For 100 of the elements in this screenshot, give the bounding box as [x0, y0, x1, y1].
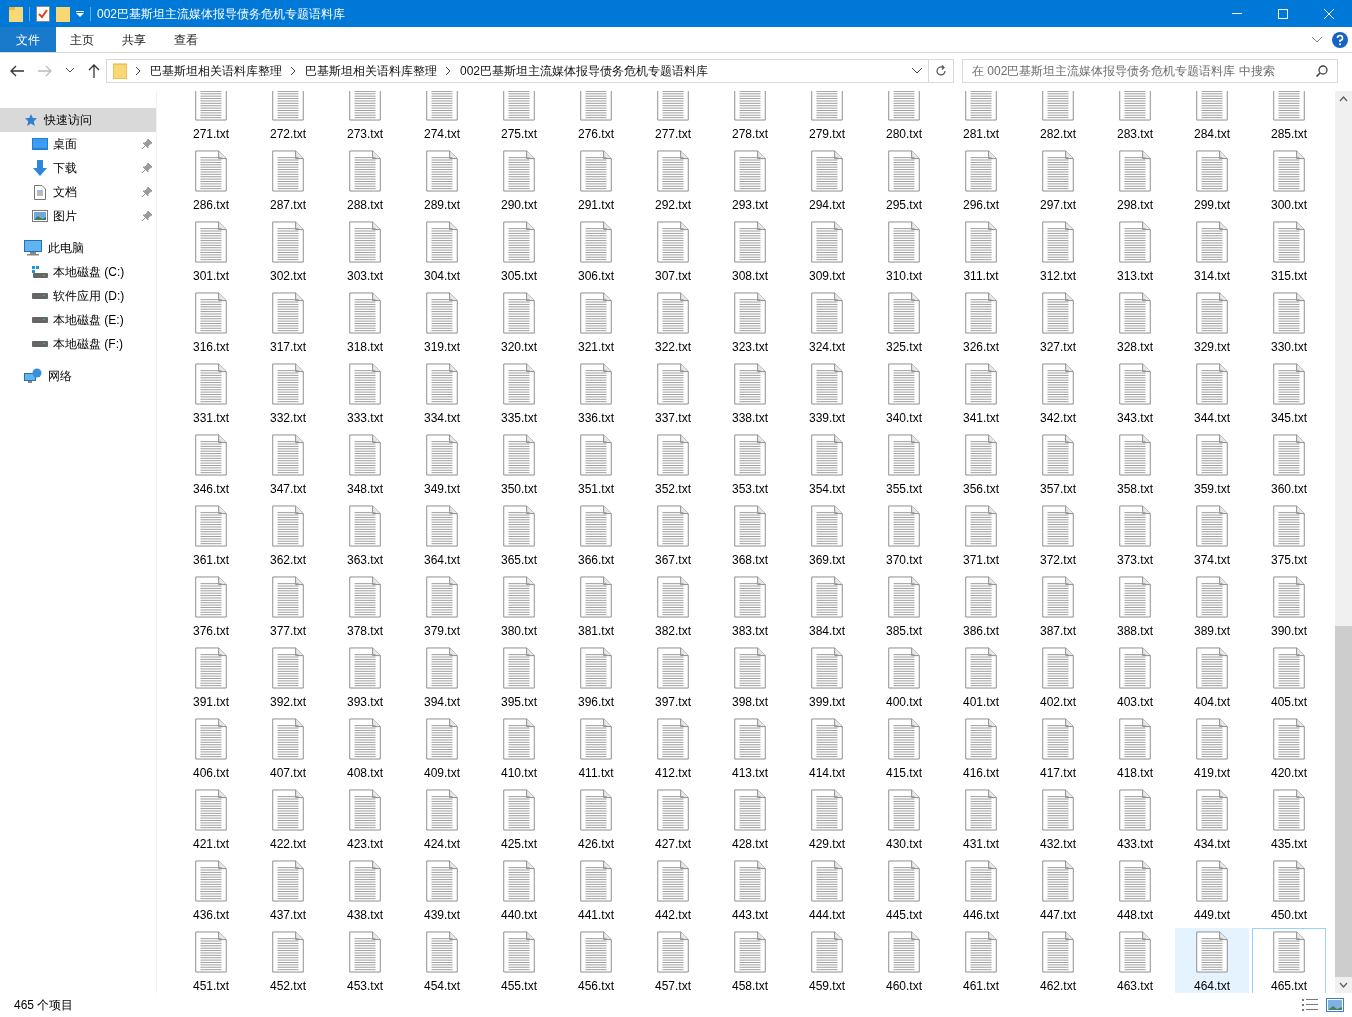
file-item[interactable]: 406.txt: [174, 715, 248, 783]
file-item[interactable]: 388.txt: [1098, 573, 1172, 641]
file-item[interactable]: 291.txt: [559, 147, 633, 215]
file-item[interactable]: 328.txt: [1098, 289, 1172, 357]
file-item[interactable]: 372.txt: [1021, 502, 1095, 570]
file-item[interactable]: 298.txt: [1098, 147, 1172, 215]
file-item[interactable]: 310.txt: [867, 218, 941, 286]
file-item[interactable]: 301.txt: [174, 218, 248, 286]
file-item[interactable]: 345.txt: [1252, 360, 1326, 428]
file-item[interactable]: 333.txt: [328, 360, 402, 428]
file-item[interactable]: 340.txt: [867, 360, 941, 428]
file-item[interactable]: 303.txt: [328, 218, 402, 286]
file-item[interactable]: 271.txt: [174, 91, 248, 144]
file-item[interactable]: 288.txt: [328, 147, 402, 215]
file-item[interactable]: 448.txt: [1098, 857, 1172, 925]
chevron-down-icon[interactable]: [66, 68, 74, 73]
file-item[interactable]: 397.txt: [636, 644, 710, 712]
file-item[interactable]: 292.txt: [636, 147, 710, 215]
file-item[interactable]: 315.txt: [1252, 218, 1326, 286]
nav-item[interactable]: 本地磁盘 (F:): [0, 332, 156, 356]
file-item[interactable]: 294.txt: [790, 147, 864, 215]
nav-item[interactable]: 图片: [0, 204, 156, 228]
nav-item[interactable]: 快速访问: [0, 108, 156, 132]
file-item[interactable]: 392.txt: [251, 644, 325, 712]
file-item[interactable]: 289.txt: [405, 147, 479, 215]
file-item[interactable]: 319.txt: [405, 289, 479, 357]
file-item[interactable]: 343.txt: [1098, 360, 1172, 428]
file-item[interactable]: 362.txt: [251, 502, 325, 570]
file-item[interactable]: 454.txt: [405, 928, 479, 993]
file-item[interactable]: 405.txt: [1252, 644, 1326, 712]
file-item[interactable]: 329.txt: [1175, 289, 1249, 357]
file-item[interactable]: 302.txt: [251, 218, 325, 286]
file-item[interactable]: 462.txt: [1021, 928, 1095, 993]
file-item[interactable]: 364.txt: [405, 502, 479, 570]
file-item[interactable]: 377.txt: [251, 573, 325, 641]
file-item[interactable]: 368.txt: [713, 502, 787, 570]
file-item[interactable]: 373.txt: [1098, 502, 1172, 570]
file-item[interactable]: 330.txt: [1252, 289, 1326, 357]
file-item[interactable]: 279.txt: [790, 91, 864, 144]
file-item[interactable]: 457.txt: [636, 928, 710, 993]
file-item[interactable]: 295.txt: [867, 147, 941, 215]
file-item[interactable]: 375.txt: [1252, 502, 1326, 570]
file-item[interactable]: 415.txt: [867, 715, 941, 783]
file-item[interactable]: 281.txt: [944, 91, 1018, 144]
file-item[interactable]: 422.txt: [251, 786, 325, 854]
file-item[interactable]: 335.txt: [482, 360, 556, 428]
file-item[interactable]: 423.txt: [328, 786, 402, 854]
file-item[interactable]: 440.txt: [482, 857, 556, 925]
new-folder-icon[interactable]: [56, 5, 70, 22]
file-item[interactable]: 459.txt: [790, 928, 864, 993]
file-item[interactable]: 398.txt: [713, 644, 787, 712]
file-item[interactable]: 350.txt: [482, 431, 556, 499]
breadcrumb-link[interactable]: 002巴基斯坦主流媒体报导债务危机专题语料库: [460, 61, 709, 80]
help-icon[interactable]: [1332, 31, 1348, 48]
file-item[interactable]: 393.txt: [328, 644, 402, 712]
file-item[interactable]: 354.txt: [790, 431, 864, 499]
file-item[interactable]: 276.txt: [559, 91, 633, 144]
properties-icon[interactable]: [36, 5, 50, 22]
file-item[interactable]: 352.txt: [636, 431, 710, 499]
file-item[interactable]: 331.txt: [174, 360, 248, 428]
file-item[interactable]: 384.txt: [790, 573, 864, 641]
file-item[interactable]: 437.txt: [251, 857, 325, 925]
file-item[interactable]: 424.txt: [405, 786, 479, 854]
file-item[interactable]: 309.txt: [790, 218, 864, 286]
file-item[interactable]: 434.txt: [1175, 786, 1249, 854]
file-item[interactable]: 275.txt: [482, 91, 556, 144]
file-item[interactable]: 418.txt: [1098, 715, 1172, 783]
nav-item[interactable]: 下载: [0, 156, 156, 180]
file-item[interactable]: 382.txt: [636, 573, 710, 641]
file-item[interactable]: 316.txt: [174, 289, 248, 357]
file-item[interactable]: 435.txt: [1252, 786, 1326, 854]
file-item[interactable]: 278.txt: [713, 91, 787, 144]
file-item[interactable]: 452.txt: [251, 928, 325, 993]
file-item[interactable]: 334.txt: [405, 360, 479, 428]
file-item[interactable]: 379.txt: [405, 573, 479, 641]
file-item[interactable]: 449.txt: [1175, 857, 1249, 925]
file-item[interactable]: 337.txt: [636, 360, 710, 428]
file-item[interactable]: 455.txt: [482, 928, 556, 993]
file-item[interactable]: 447.txt: [1021, 857, 1095, 925]
file-item[interactable]: 438.txt: [328, 857, 402, 925]
file-item[interactable]: 300.txt: [1252, 147, 1326, 215]
file-item[interactable]: 277.txt: [636, 91, 710, 144]
file-item[interactable]: 274.txt: [405, 91, 479, 144]
details-view-icon[interactable]: [1302, 998, 1318, 1012]
refresh-icon[interactable]: [935, 64, 947, 77]
file-item[interactable]: 273.txt: [328, 91, 402, 144]
file-item[interactable]: 346.txt: [174, 431, 248, 499]
file-item[interactable]: 366.txt: [559, 502, 633, 570]
nav-item[interactable]: 本地磁盘 (C:): [0, 260, 156, 284]
file-item[interactable]: 304.txt: [405, 218, 479, 286]
file-item[interactable]: 371.txt: [944, 502, 1018, 570]
file-item[interactable]: 428.txt: [713, 786, 787, 854]
file-item[interactable]: 402.txt: [1021, 644, 1095, 712]
file-item[interactable]: 383.txt: [713, 573, 787, 641]
thumbnail-view-icon[interactable]: [1326, 998, 1344, 1012]
file-item[interactable]: 420.txt: [1252, 715, 1326, 783]
file-item[interactable]: 338.txt: [713, 360, 787, 428]
file-item[interactable]: 325.txt: [867, 289, 941, 357]
file-item[interactable]: 439.txt: [405, 857, 479, 925]
file-item[interactable]: 317.txt: [251, 289, 325, 357]
